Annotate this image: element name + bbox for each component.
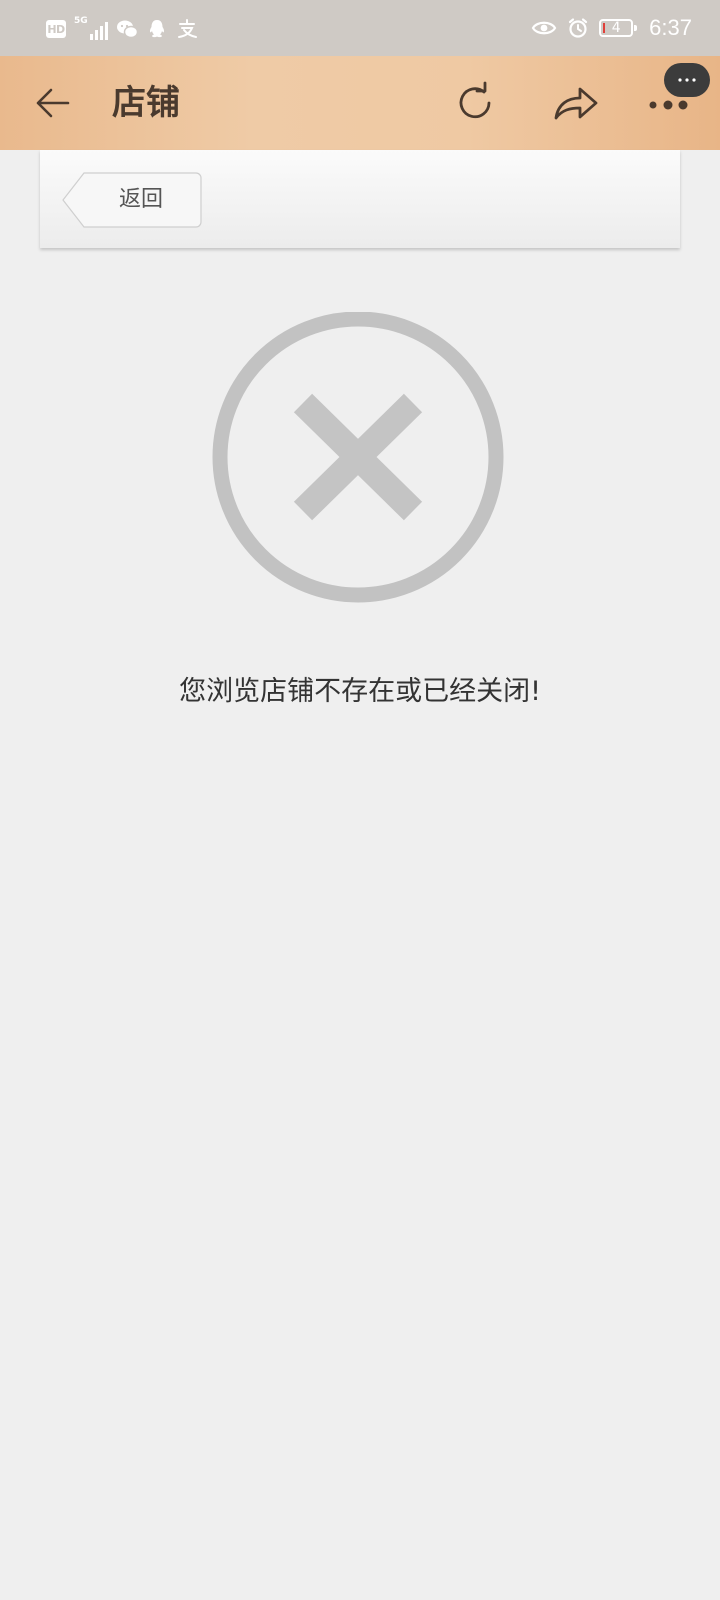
battery-indicator: 4 [599, 19, 638, 37]
page-title: 店铺 [112, 83, 180, 123]
signal-bars [90, 22, 108, 40]
header-bar: 店铺 [0, 56, 720, 150]
eye-icon [531, 17, 557, 39]
hd-badge: HD [46, 20, 66, 38]
refresh-button[interactable] [450, 78, 500, 128]
close-circle-icon [210, 311, 510, 612]
return-button[interactable]: 返回 [62, 172, 202, 228]
share-icon [554, 87, 598, 120]
more-dots-icon [678, 78, 696, 82]
status-right-group: 4 6:37 [531, 14, 692, 42]
status-left-group: HD 5G [46, 16, 198, 41]
status-time: 6:37 [649, 15, 692, 40]
back-panel: 返回 [40, 150, 680, 248]
alarm-icon [567, 17, 589, 39]
qq-icon [146, 18, 168, 40]
error-message: 您浏览店铺不存在或已经关闭! [179, 676, 541, 707]
wechat-icon [116, 18, 138, 40]
battery-level: 4 [611, 20, 621, 36]
alipay-icon [176, 18, 198, 40]
refresh-icon [459, 81, 491, 119]
status-bar: HD 5G 4 6:37 [0, 0, 720, 56]
floating-menu-bubble[interactable] [664, 63, 710, 97]
signal-strength: 5G [74, 16, 108, 40]
back-arrow-icon [36, 88, 70, 118]
share-button[interactable] [548, 78, 604, 128]
back-arrow-button[interactable] [28, 78, 78, 128]
network-tag: 5G [74, 16, 88, 26]
return-button-label: 返回 [118, 187, 163, 212]
battery-level-fill [603, 23, 606, 33]
